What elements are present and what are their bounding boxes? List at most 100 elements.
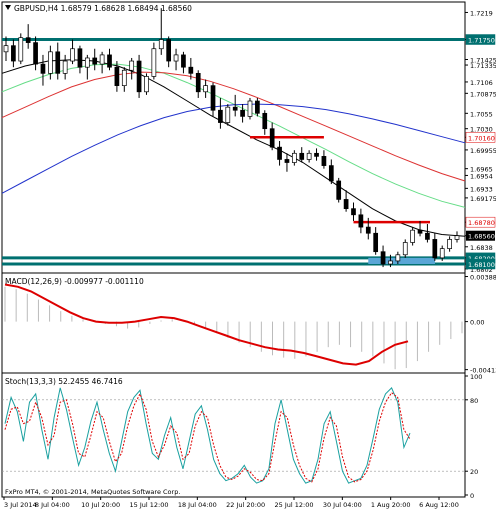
time-tick-label: 25 Jul 12:00 bbox=[275, 501, 314, 509]
candle-body bbox=[299, 152, 305, 160]
candle-body bbox=[402, 242, 408, 256]
candle-body bbox=[114, 66, 120, 86]
candle-body bbox=[195, 72, 201, 93]
time-tick-label: 1 Aug 20:00 bbox=[371, 501, 411, 509]
stoch-title: Stoch(13,3,3) 52.2455 46.7416 bbox=[5, 377, 123, 386]
candle-body bbox=[62, 60, 68, 74]
macd-tick-label: 0.00 bbox=[470, 319, 484, 327]
price-tick-label: 1.69175 bbox=[470, 195, 496, 203]
current-price-label: 1.68560 bbox=[468, 233, 495, 241]
candle-body bbox=[388, 260, 393, 265]
time-tick-label: 6 Aug 12:00 bbox=[419, 501, 459, 509]
time-tick-label: 10 Jul 20:00 bbox=[81, 501, 120, 509]
candle-body bbox=[365, 226, 371, 234]
candle-body bbox=[343, 199, 349, 210]
candle-body bbox=[447, 239, 452, 249]
candle-body bbox=[432, 239, 438, 259]
candle-body bbox=[439, 248, 445, 259]
price-tick-label: 1.6933 bbox=[470, 185, 493, 193]
candle-body bbox=[232, 106, 238, 111]
level-price-label: 1.68100 bbox=[468, 261, 495, 269]
candle-body bbox=[410, 229, 415, 243]
candle-body bbox=[321, 156, 327, 166]
candle-body bbox=[92, 57, 98, 65]
candle-body bbox=[454, 235, 460, 240]
level-price-label: 1.71750 bbox=[468, 37, 495, 45]
macd-title: MACD(12,26,9) -0.009977 -0.001110 bbox=[5, 277, 144, 286]
price-tick-label: 1.7106 bbox=[470, 79, 493, 87]
trading-chart: 1.72191.71751.714251.713351.71061.708751… bbox=[1, 1, 496, 509]
time-tick-label: 8 Jul 04:00 bbox=[35, 501, 70, 509]
candle-body bbox=[218, 109, 223, 123]
candle-body bbox=[358, 214, 364, 228]
candle-body bbox=[425, 232, 430, 240]
candle-body bbox=[77, 48, 83, 68]
candle-body bbox=[173, 54, 179, 62]
candle-body bbox=[269, 128, 275, 148]
candle-body bbox=[84, 57, 90, 68]
level-price-label: 1.68780 bbox=[468, 219, 495, 227]
price-tick-label: 1.7055 bbox=[470, 110, 493, 118]
candle-body bbox=[291, 152, 297, 163]
candle-body bbox=[3, 45, 9, 53]
candle-body bbox=[247, 100, 253, 117]
candle-body bbox=[262, 112, 268, 130]
candle-body bbox=[25, 37, 31, 43]
candle-body bbox=[55, 51, 61, 74]
candle-body bbox=[33, 42, 38, 65]
candle-body bbox=[129, 60, 135, 71]
time-tick-label: 15 Jul 12:00 bbox=[130, 501, 169, 509]
stoch-tick-label: 80 bbox=[470, 397, 478, 405]
candle-body bbox=[336, 180, 342, 200]
candle-body bbox=[40, 63, 46, 74]
candle-body bbox=[277, 146, 282, 160]
chart-window: 1.72191.71751.714251.713351.71061.708751… bbox=[0, 0, 496, 510]
candle-body bbox=[107, 54, 112, 68]
time-tick-label: 3 Jul 2014 bbox=[4, 501, 37, 509]
price-tick-label: 1.70875 bbox=[470, 90, 496, 98]
candle-body bbox=[70, 48, 75, 62]
time-tick-label: 22 Jul 20:00 bbox=[226, 501, 265, 509]
copyright-text: FxPro MT4, © 2001-2014, MetaQuotes Softw… bbox=[5, 488, 180, 496]
price-tick-label: 1.7219 bbox=[470, 9, 493, 17]
candle-body bbox=[417, 229, 423, 234]
candle-body bbox=[166, 39, 172, 62]
time-tick-label: 18 Jul 04:00 bbox=[178, 501, 217, 509]
candle-body bbox=[18, 37, 24, 62]
candle-body bbox=[314, 152, 319, 157]
candle-body bbox=[395, 254, 401, 262]
candle-body bbox=[380, 251, 386, 265]
price-tick-label: 1.6954 bbox=[470, 172, 493, 180]
candle-body bbox=[203, 85, 208, 93]
candle-body bbox=[144, 76, 149, 93]
stoch-tick-label: 0 bbox=[470, 492, 474, 500]
macd-tick-label: 0.003882 bbox=[470, 274, 496, 282]
candle-body bbox=[225, 106, 231, 123]
support-zone-rect bbox=[368, 257, 435, 265]
price-tick-label: 1.71335 bbox=[470, 62, 496, 70]
chart-frame bbox=[1, 1, 466, 498]
candle-body bbox=[188, 66, 194, 74]
candle-body bbox=[351, 208, 356, 216]
candle-body bbox=[210, 85, 216, 111]
candle-body bbox=[328, 165, 334, 182]
chart-title: GBPUSD,H4 1.68579 1.68628 1.68494 1.6856… bbox=[14, 4, 192, 13]
candle-body bbox=[158, 39, 164, 50]
candle-body bbox=[121, 69, 127, 86]
price-tick-label: 1.6838 bbox=[470, 244, 493, 252]
candle-body bbox=[306, 152, 312, 160]
candle-body bbox=[373, 232, 379, 253]
candle-body bbox=[151, 48, 157, 77]
stoch-tick-label: 20 bbox=[470, 468, 478, 476]
candle-body bbox=[48, 51, 53, 74]
price-tick-label: 1.69955 bbox=[470, 147, 496, 155]
stoch-tick-label: 100 bbox=[470, 373, 482, 381]
candle-body bbox=[181, 54, 186, 68]
candle-body bbox=[11, 45, 16, 62]
candle-body bbox=[136, 60, 142, 93]
candle-body bbox=[99, 54, 105, 65]
candle-body bbox=[284, 159, 290, 163]
candle-body bbox=[240, 109, 245, 117]
candle-body bbox=[255, 100, 260, 114]
time-tick-label: 30 Jul 04:00 bbox=[323, 501, 362, 509]
